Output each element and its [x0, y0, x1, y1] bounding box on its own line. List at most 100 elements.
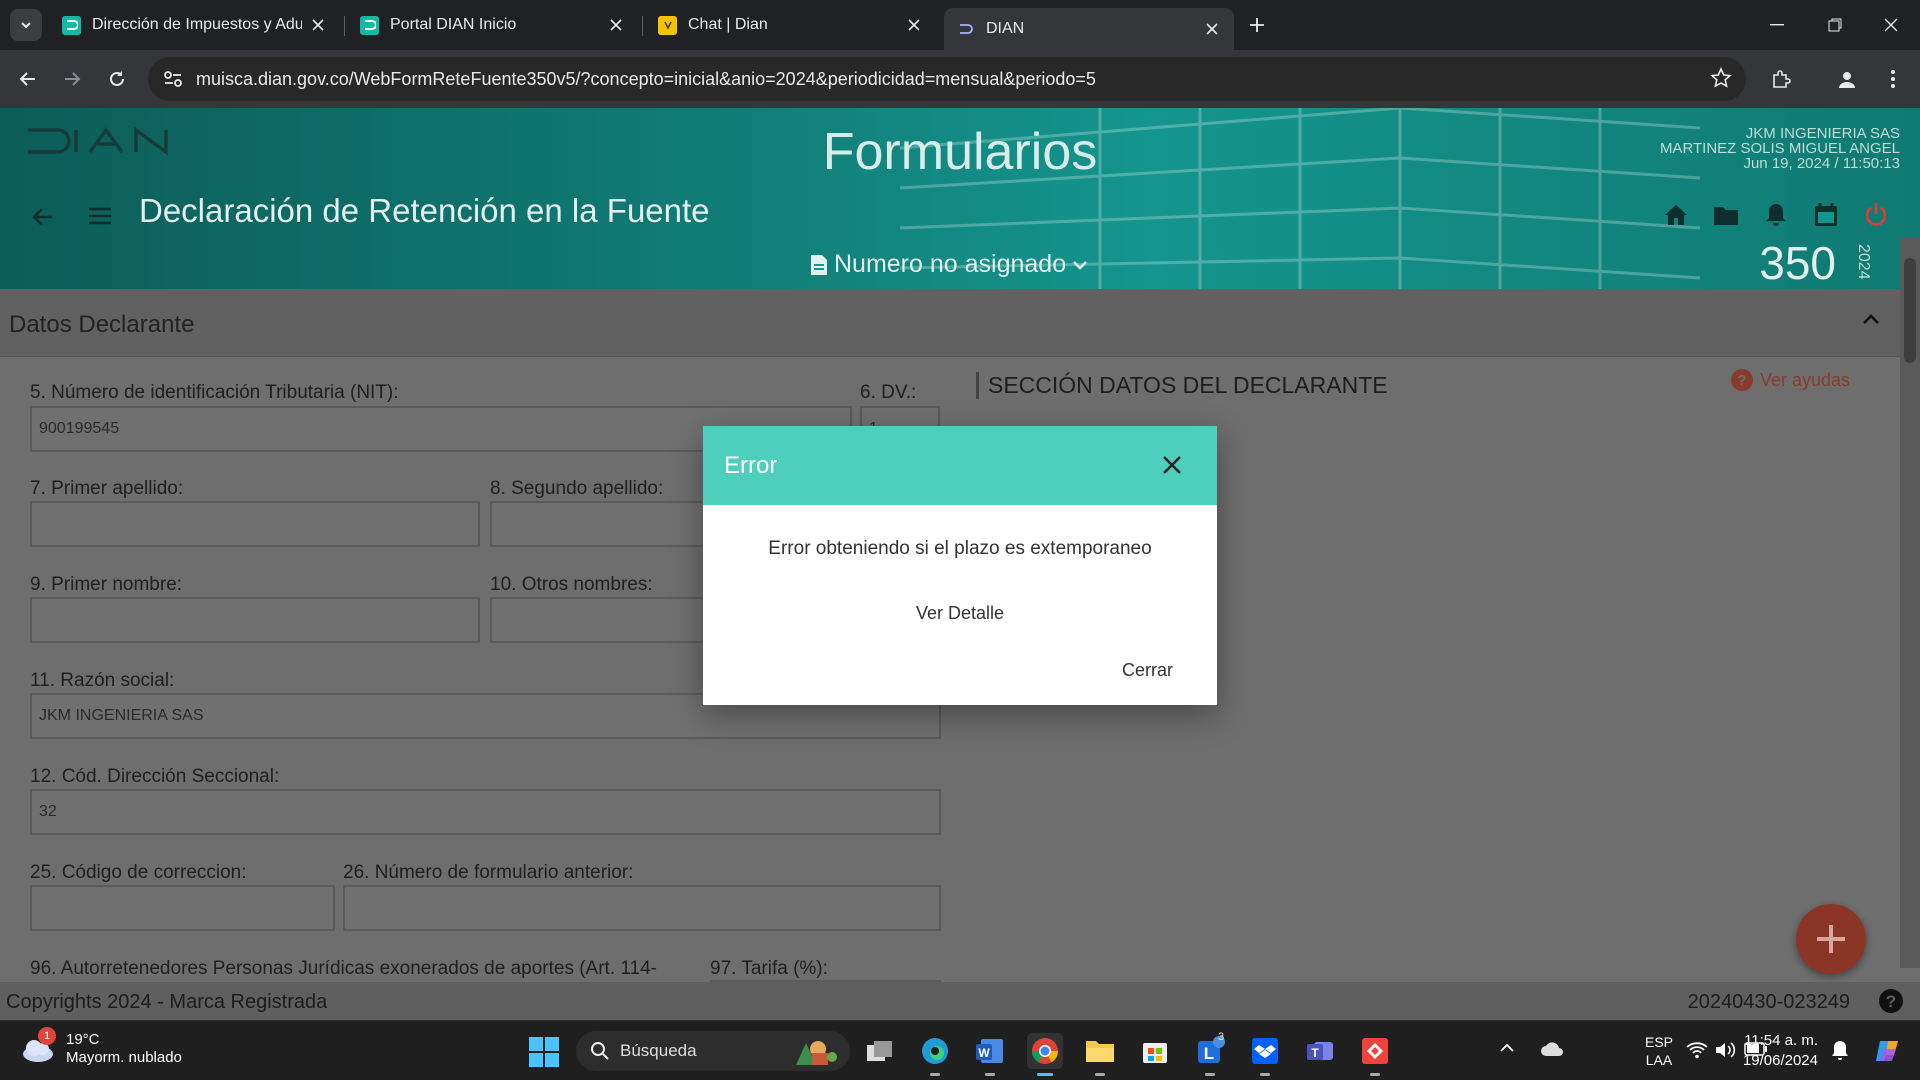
- view-detail-button[interactable]: Ver Detalle: [703, 603, 1217, 624]
- restore-button[interactable]: [1806, 0, 1864, 50]
- taskbar-clock[interactable]: 11:54 a. m. 19/06/2024: [1743, 1031, 1818, 1071]
- tab-search-button[interactable]: [10, 9, 42, 41]
- store-icon[interactable]: [1137, 1033, 1173, 1069]
- notification-bell-icon[interactable]: [1830, 1039, 1850, 1061]
- back-button[interactable]: [14, 65, 42, 93]
- menu-icon: [89, 207, 111, 225]
- profile-button[interactable]: [1833, 65, 1861, 93]
- chevron-up-icon[interactable]: [1499, 1043, 1515, 1053]
- page-back-button[interactable]: [30, 204, 56, 230]
- svg-text:?: ?: [1737, 372, 1746, 389]
- site-settings-icon[interactable]: [162, 68, 184, 90]
- word-icon[interactable]: W: [972, 1033, 1008, 1076]
- extensions-button[interactable]: [1767, 65, 1795, 93]
- chrome-icon[interactable]: [1027, 1033, 1063, 1076]
- wifi-icon[interactable]: [1686, 1041, 1708, 1059]
- chevron-down-icon: [1073, 260, 1087, 270]
- svg-text:?: ?: [1886, 992, 1896, 1011]
- chevron-down-icon: [21, 22, 31, 29]
- dian-favicon-icon: [62, 15, 81, 35]
- tab-portal-dian[interactable]: Portal DIAN Inicio: [348, 8, 638, 42]
- document-icon: [811, 254, 827, 275]
- close-icon: [1884, 18, 1898, 32]
- section-header-datos-declarante[interactable]: Datos Declarante: [0, 289, 1920, 357]
- formulario-anterior-field[interactable]: [343, 885, 941, 931]
- dialog-close-button[interactable]: Cerrar: [1122, 660, 1173, 681]
- dian-favicon-icon: [360, 15, 379, 35]
- close-window-button[interactable]: [1862, 0, 1920, 50]
- lync-icon[interactable]: L3: [1192, 1031, 1228, 1076]
- bell-icon[interactable]: [1762, 201, 1790, 229]
- anydesk-icon[interactable]: [1357, 1033, 1393, 1076]
- weather-desc: Mayorm. nublado: [66, 1049, 182, 1066]
- dialog-title: Error: [724, 452, 778, 479]
- codigo-correccion-field[interactable]: [30, 885, 335, 931]
- dialog-header: Error: [703, 426, 1217, 505]
- puzzle-icon: [1773, 70, 1791, 88]
- scrollbar-thumb[interactable]: [1904, 258, 1916, 363]
- help-circle-icon: ?: [1730, 369, 1753, 391]
- new-tab-button[interactable]: [1244, 12, 1270, 38]
- primer-nombre-field[interactable]: [30, 597, 480, 643]
- section-title: Datos Declarante: [9, 311, 195, 338]
- direccion-seccional-label: 12. Cód. Dirección Seccional:: [30, 766, 280, 787]
- add-fab-button[interactable]: [1796, 904, 1866, 974]
- weather-temp: 19°C: [66, 1031, 100, 1048]
- header-actions: [1662, 201, 1890, 229]
- edge-icon[interactable]: [917, 1033, 953, 1076]
- close-tab-icon[interactable]: [308, 15, 328, 35]
- dialog-message: Error obteniendo si el plazo es extempor…: [768, 538, 1152, 559]
- windows-start-icon[interactable]: [528, 1036, 560, 1068]
- codigo-correccion-label: 25. Código de correccion:: [30, 862, 247, 883]
- close-icon[interactable]: [1162, 455, 1182, 475]
- reload-icon: [110, 71, 124, 86]
- help-icon[interactable]: ?: [1878, 988, 1904, 1014]
- close-tab-icon[interactable]: [904, 15, 924, 35]
- bookmark-star-icon[interactable]: [1710, 67, 1732, 89]
- volume-icon[interactable]: [1714, 1041, 1736, 1059]
- language-indicator[interactable]: ESP LAA: [1645, 1033, 1673, 1069]
- help-link[interactable]: ? Ver ayudas: [1730, 368, 1850, 392]
- onedrive-cloud-icon[interactable]: [1540, 1041, 1564, 1057]
- form-number-dropdown[interactable]: Numero no asignado: [810, 250, 1088, 279]
- plus-icon: [1250, 18, 1264, 32]
- folder-icon[interactable]: [1712, 201, 1740, 229]
- close-tab-icon[interactable]: [606, 15, 626, 35]
- direccion-seccional-field[interactable]: 32: [30, 789, 941, 835]
- taskbar-search[interactable]: Búsqueda: [576, 1031, 850, 1071]
- tab-chat-dian[interactable]: Chat | Dian: [646, 8, 936, 42]
- svg-text:L: L: [1204, 1044, 1214, 1063]
- copilot-icon[interactable]: [1872, 1035, 1904, 1067]
- home-icon[interactable]: [1662, 201, 1690, 229]
- lync-badge: 3: [1218, 1031, 1225, 1043]
- forward-button[interactable]: [58, 65, 86, 93]
- dv-label: 6. DV.:: [860, 382, 917, 403]
- file-explorer-icon[interactable]: [1082, 1033, 1118, 1076]
- hamburger-menu-button[interactable]: [88, 206, 112, 226]
- browser-menu-button[interactable]: [1879, 65, 1907, 93]
- primer-apellido-field[interactable]: [30, 501, 480, 547]
- minimize-button[interactable]: [1748, 0, 1806, 50]
- arrow-right-icon: [65, 72, 81, 86]
- teams-icon[interactable]: T: [1302, 1033, 1338, 1069]
- chevron-up-icon[interactable]: [1862, 313, 1880, 325]
- task-view-icon[interactable]: [862, 1033, 898, 1069]
- tab-dian-active[interactable]: DIAN: [944, 8, 1234, 50]
- search-icon: [591, 1042, 609, 1060]
- restore-icon: [1828, 18, 1842, 32]
- address-bar[interactable]: muisca.dian.gov.co/WebFormReteFuente350v…: [148, 57, 1746, 101]
- arrow-left-icon: [19, 72, 35, 86]
- page-scrollbar[interactable]: [1900, 238, 1920, 968]
- calendar-icon[interactable]: [1812, 201, 1840, 229]
- error-dialog: Error Error obteniendo si el plazo es ex…: [703, 426, 1217, 705]
- weather-widget[interactable]: 1 19°C Mayorm. nublado: [20, 1027, 182, 1067]
- tab-dian-impuestos[interactable]: Dirección de Impuestos y Aduanas: [50, 8, 340, 42]
- close-tab-icon[interactable]: [1202, 19, 1222, 39]
- browser-toolbar: muisca.dian.gov.co/WebFormReteFuente350v…: [0, 50, 1920, 108]
- page-footer: Copyrights 2024 - Marca Registrada 20240…: [0, 982, 1920, 1020]
- url-text[interactable]: muisca.dian.gov.co/WebFormReteFuente350v…: [196, 69, 1096, 90]
- power-icon[interactable]: [1862, 201, 1890, 229]
- reload-button[interactable]: [103, 65, 131, 93]
- dropbox-icon[interactable]: [1247, 1033, 1283, 1076]
- razon-social-label: 11. Razón social:: [30, 670, 175, 691]
